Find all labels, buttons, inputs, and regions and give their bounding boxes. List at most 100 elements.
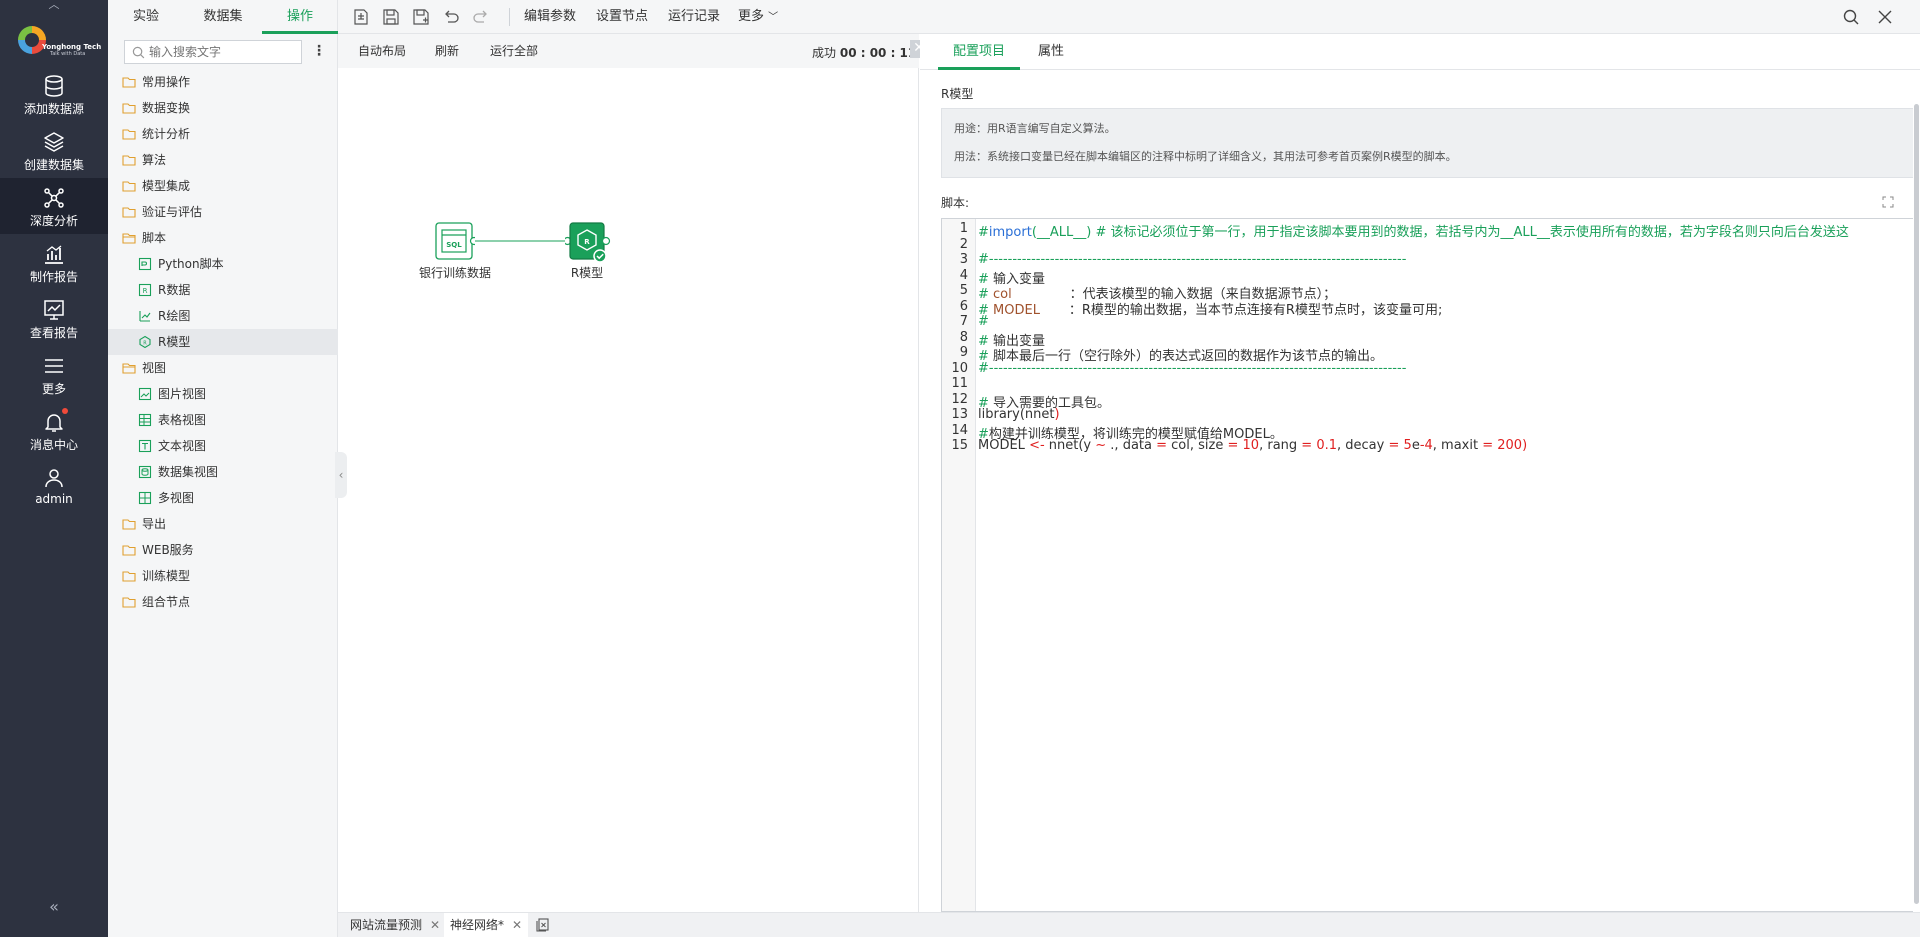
node-r-model[interactable]: R R模型 [563,222,611,280]
close-icon[interactable] [1876,8,1894,26]
tree-item[interactable]: 视图 [108,355,338,381]
tree-item[interactable]: 统计分析 [108,121,338,147]
logo-name: Yonghong Tech [42,43,102,51]
line-number: 14 [951,422,968,438]
tree-item[interactable]: 算法 [108,147,338,173]
nav-deep-analysis[interactable]: 深度分析 [0,178,108,234]
tree-item[interactable]: 文本视图 [108,433,338,459]
code-line[interactable]: # MODEL ：R模型的输出数据，当本节点连接有R模型节点时，该变量可用; [978,299,1442,318]
tree-item[interactable]: 数据变换 [108,95,338,121]
svg-text:R: R [143,341,147,347]
nav-create-dataset[interactable]: 创建数据集 [0,122,108,178]
collapse-rail-icon[interactable]: « [44,899,64,916]
code-line[interactable]: # [978,314,989,329]
search-box[interactable] [124,40,302,64]
tab-operations[interactable]: 操作 [262,0,338,34]
tree-item[interactable]: 导出 [108,511,338,537]
tree-item[interactable]: R R模型 [108,329,338,355]
tree-item[interactable]: R R数据 [108,277,338,303]
layers-icon [44,132,64,152]
sql-icon: SQL [435,222,479,260]
save-as-icon[interactable] [412,8,430,26]
search-input[interactable] [149,43,297,61]
python-icon [138,257,152,271]
code-line[interactable]: MODEL <- nnet(y ~ ., data = col, size = … [978,438,1527,453]
edit-params-button[interactable]: 编辑参数 [524,0,576,34]
code-line[interactable]: library(nnet) [978,407,1060,422]
tree-item[interactable]: 表格视图 [108,407,338,433]
more-options-icon[interactable]: ⋮ [312,44,326,60]
workflow-canvas[interactable]: 自动布局 刷新 运行全部 成功 00 : 00 : 11 ✕ SQL 银行训练数… [335,34,928,912]
redo-icon[interactable] [472,8,490,26]
bell-icon [45,414,63,432]
nav-more[interactable]: 更多 [0,346,108,402]
tree-item[interactable]: R绘图 [108,303,338,329]
nav-user[interactable]: admin [0,458,108,514]
copy-tab-icon[interactable] [536,918,550,932]
tree-item-label: 统计分析 [142,127,191,141]
line-number: 11 [951,376,968,391]
tree-item-label: 验证与评估 [142,205,203,219]
more-menu-button[interactable]: 更多 ﹀ [738,0,778,34]
script-editor[interactable]: 1 2 3 4 5 6 7 8 9 10 11 12 13 14 15 #import(__ALL__) #… [941,218,1917,912]
close-icon[interactable]: ✕ [512,918,522,932]
folder-icon [122,129,136,140]
property-tabs: 配置项目 属性 [920,34,1920,70]
code-line[interactable]: #---------------------------------------… [978,361,1406,376]
scrollbar-thumb[interactable] [1914,104,1919,904]
nav-add-datasource[interactable]: 添加数据源 [0,66,108,122]
nav-view-report[interactable]: 查看报告 [0,290,108,346]
nav-make-report[interactable]: 制作报告 [0,234,108,290]
run-log-button[interactable]: 运行记录 [668,0,720,34]
search-icon[interactable] [1842,8,1860,26]
code-line[interactable]: #import(__ALL__) # 该标记必须位于第一行，用于指定该脚本要用到… [978,221,1849,240]
doc-tab-website-traffic[interactable]: 网站流量预测 ✕ [344,913,446,937]
line-number: 9 [959,345,968,360]
main-nav-rail: ︿ Yonghong Tech Talk with Data 添加数据源 创建数… [0,0,108,937]
line-number-gutter: 1 2 3 4 5 6 7 8 9 10 11 12 13 14 15 [942,219,976,911]
tree-item[interactable]: WEB服务 [108,537,338,563]
tree-item-label: 常用操作 [142,75,191,89]
chevron-up-icon[interactable]: ︿ [46,0,62,12]
tree-item[interactable]: 多视图 [108,485,338,511]
tree-item-label: 文本视图 [158,439,207,453]
brand-logo: Yonghong Tech Talk with Data [14,24,101,60]
tree-item[interactable]: 训练模型 [108,563,338,589]
node-bank-training-data[interactable]: SQL 银行训练数据 [419,222,491,280]
tree-item[interactable]: 常用操作 [108,69,338,95]
tree-item[interactable]: Python脚本 [108,251,338,277]
logo-tagline: Talk with Data [50,51,86,57]
tree-item[interactable]: 组合节点 [108,589,338,615]
code-line[interactable]: #---------------------------------------… [978,252,1406,267]
expand-icon[interactable] [1882,196,1894,208]
tab-experiment[interactable]: 实验 [108,0,184,34]
nav-message-center[interactable]: 消息中心 [0,402,108,458]
tree-item[interactable]: 验证与评估 [108,199,338,225]
set-node-button[interactable]: 设置节点 [596,0,648,34]
close-icon[interactable]: ✕ [430,918,440,932]
new-file-icon[interactable] [352,8,370,26]
undo-icon[interactable] [442,8,460,26]
dataset-view-icon [138,465,152,479]
line-number: 13 [951,407,968,422]
save-icon[interactable] [382,8,400,26]
tree-item-label: 图片视图 [158,387,207,401]
tab-dataset[interactable]: 数据集 [185,0,261,34]
panel-collapse-handle[interactable]: ‹ [335,452,347,498]
tree-item[interactable]: 脚本 [108,225,338,251]
tree-item-label: WEB服务 [142,543,194,557]
tree-item[interactable]: 模型集成 [108,173,338,199]
tab-config[interactable]: 配置项目 [938,34,1020,70]
operations-panel: 实验 数据集 操作 ⋮ 常用操作数据变换统计分析算法模型集成验证与评估脚本 Pyt… [108,0,338,937]
tree-item[interactable]: 数据集视图 [108,459,338,485]
svg-text:R: R [143,287,148,295]
nav-label: 更多 [41,382,66,396]
tree-item-label: R数据 [158,283,191,297]
tab-attributes[interactable]: 属性 [1020,34,1082,70]
doc-tab-neural-net[interactable]: 神经网络* ✕ [444,913,529,937]
tree-item-label: 脚本 [142,231,167,245]
tree-item[interactable]: 图片视图 [108,381,338,407]
vertical-scrollbar[interactable] [1913,70,1920,912]
line-number: 12 [951,391,968,407]
node-connector [474,240,565,242]
